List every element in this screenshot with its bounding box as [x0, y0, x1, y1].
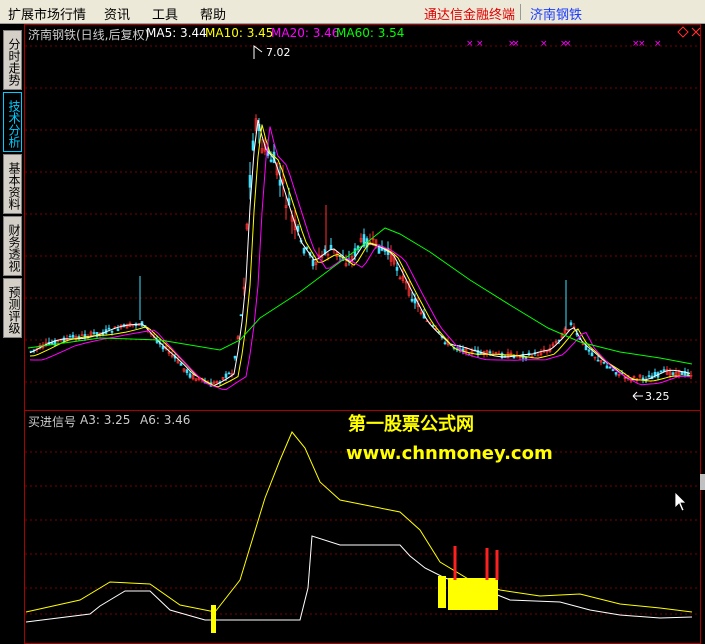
low-marker-icon [632, 391, 643, 401]
candle-body [614, 372, 618, 375]
candle-body [329, 244, 333, 250]
candle-body [227, 372, 231, 375]
candle-body [653, 372, 657, 377]
top-markers: × × ×× × ×× ×× × [466, 39, 662, 49]
candle-body [92, 332, 96, 334]
marker-symbol: × [638, 39, 646, 49]
candle-body [248, 175, 252, 188]
marker-symbol: × [654, 39, 662, 49]
watermark-title: 第一股票公式网 [348, 414, 474, 435]
ma20-label: MA20: 3.46 [271, 26, 340, 40]
grid-lines [25, 45, 700, 615]
buy-signal-bar [438, 576, 446, 608]
candle-body [302, 247, 306, 254]
indicator-a3: A3: 3.25 [80, 413, 131, 427]
candle-body [569, 322, 573, 326]
candle-body [110, 330, 114, 333]
candle-body [608, 366, 612, 369]
candle-body [68, 335, 72, 338]
candle-body [107, 327, 111, 330]
ma10-label: MA10: 3.45 [205, 26, 274, 40]
high-marker-icon [253, 45, 263, 59]
candle-body [671, 372, 675, 375]
candle-body [410, 298, 414, 302]
marker-symbol: × [466, 39, 474, 49]
candle-body [311, 259, 315, 267]
candle-body [587, 349, 591, 352]
kline-chart[interactable]: × × ×× × ×× ×× × 7.02 3.25 [0, 0, 705, 644]
price-panel-border [24, 24, 701, 411]
candle-body [116, 328, 120, 332]
candle-body [602, 361, 606, 364]
moving-average-lines [27, 119, 693, 391]
candle-body [395, 267, 399, 271]
candle-body [596, 359, 600, 362]
watermark-url: www.chnmoney.com [346, 443, 553, 464]
marker-symbol: × [540, 39, 548, 49]
marker-symbol: × [512, 39, 520, 49]
mouse-cursor-icon [674, 491, 687, 512]
candle-body [647, 375, 651, 378]
candle-body [71, 334, 75, 338]
buy-signal-bar [211, 605, 216, 633]
ma5-label: MA5: 3.44 [146, 26, 207, 40]
candle-body [251, 140, 255, 151]
candle-body [224, 373, 228, 378]
a3-line [25, 535, 693, 623]
candle-body [179, 363, 183, 366]
indicator-title: 买进信号 [28, 415, 77, 429]
diamond-icon[interactable] [677, 26, 689, 38]
high-price-label: 7.02 [266, 46, 291, 59]
marker-symbol: × [564, 39, 572, 49]
candle-body [443, 342, 447, 344]
candle-body [185, 369, 189, 373]
marker-symbol: × [476, 39, 484, 49]
candle-body [239, 314, 243, 317]
candle-body [233, 355, 237, 359]
scroll-handle[interactable] [700, 474, 705, 490]
ma60-label: MA60: 3.54 [336, 26, 405, 40]
buy-signal-block [448, 578, 498, 610]
close-icon[interactable] [691, 27, 701, 37]
candle-body [659, 370, 663, 373]
candle-body [278, 179, 282, 186]
price-panel-title: 济南钢铁(日线,后复权) [28, 28, 150, 42]
indicator-a6: A6: 3.46 [140, 413, 191, 427]
candle-body [590, 352, 594, 357]
low-price-label: 3.25 [645, 390, 670, 403]
candle-body [353, 248, 357, 257]
candle-body [50, 342, 54, 345]
candle-body [605, 365, 609, 369]
candle-body [188, 373, 192, 378]
ma5-line [29, 119, 691, 387]
candle-body [269, 159, 273, 162]
candle-body [488, 351, 492, 354]
candle-body [611, 369, 615, 371]
